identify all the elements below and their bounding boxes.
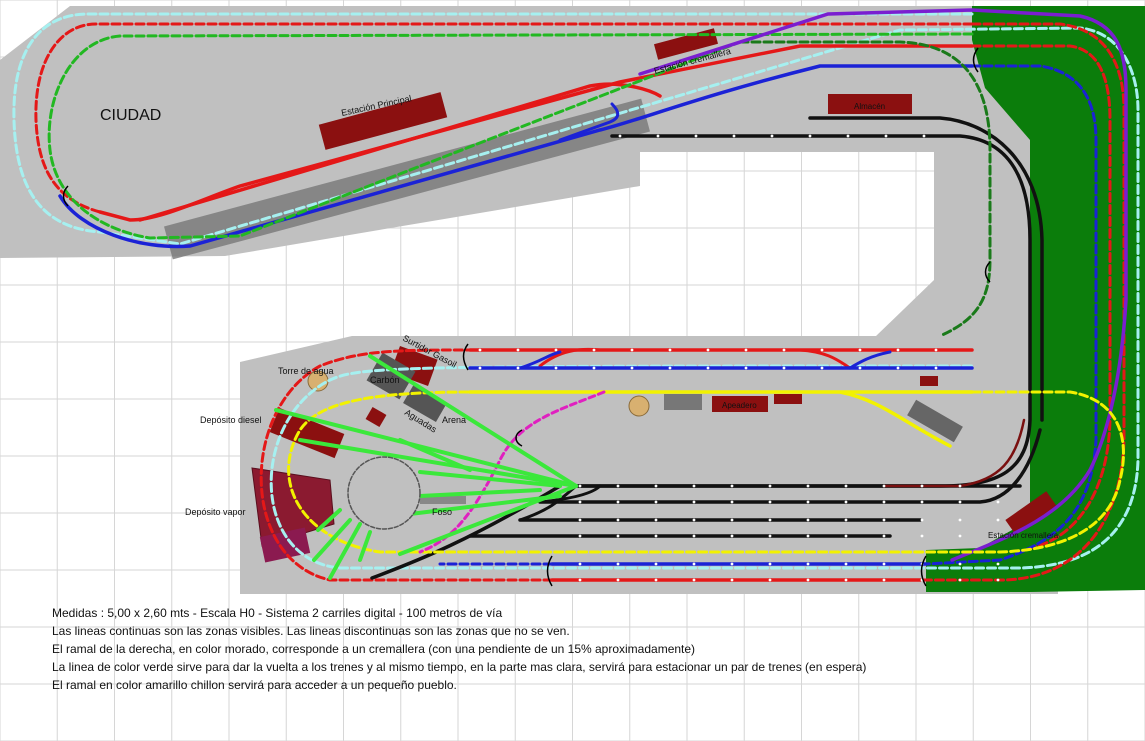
halt-building-2 bbox=[774, 394, 802, 404]
track-plan-stage: CIUDAD Estación Principal Estación crema… bbox=[0, 0, 1145, 741]
note-line-3: El ramal de la derecha, en color morado,… bbox=[52, 642, 696, 656]
label-city: CIUDAD bbox=[100, 107, 161, 124]
label-coal: Carbón bbox=[370, 375, 400, 385]
note-line-2: Las lineas continuas son las zonas visib… bbox=[52, 624, 570, 638]
shed-grey bbox=[664, 394, 702, 410]
turntable bbox=[347, 456, 421, 530]
note-line-1: Medidas : 5,00 x 2,60 mts - Escala H0 - … bbox=[52, 606, 503, 620]
water-tower-icon-2 bbox=[628, 395, 650, 417]
label-warehouse: Almacén bbox=[854, 102, 885, 111]
label-diesel-depot: Depósito diesel bbox=[200, 415, 262, 425]
note-line-5: El ramal en color amarillo chillon servi… bbox=[52, 678, 457, 692]
label-halt: Apeadero bbox=[722, 401, 757, 410]
note-line-4: La linea de color verde sirve para dar l… bbox=[52, 660, 867, 674]
label-water-tower: Torre de agua bbox=[278, 366, 334, 376]
label-pit: Foso bbox=[432, 507, 452, 517]
label-sand: Arena bbox=[442, 415, 466, 425]
label-steam-depot: Depósito vapor bbox=[185, 507, 246, 517]
label-rack-station-bottom: Estación cremallera bbox=[988, 531, 1059, 540]
notes-block: Medidas : 5,00 x 2,60 mts - Escala H0 - … bbox=[52, 604, 1052, 694]
small-building-right bbox=[920, 376, 938, 386]
